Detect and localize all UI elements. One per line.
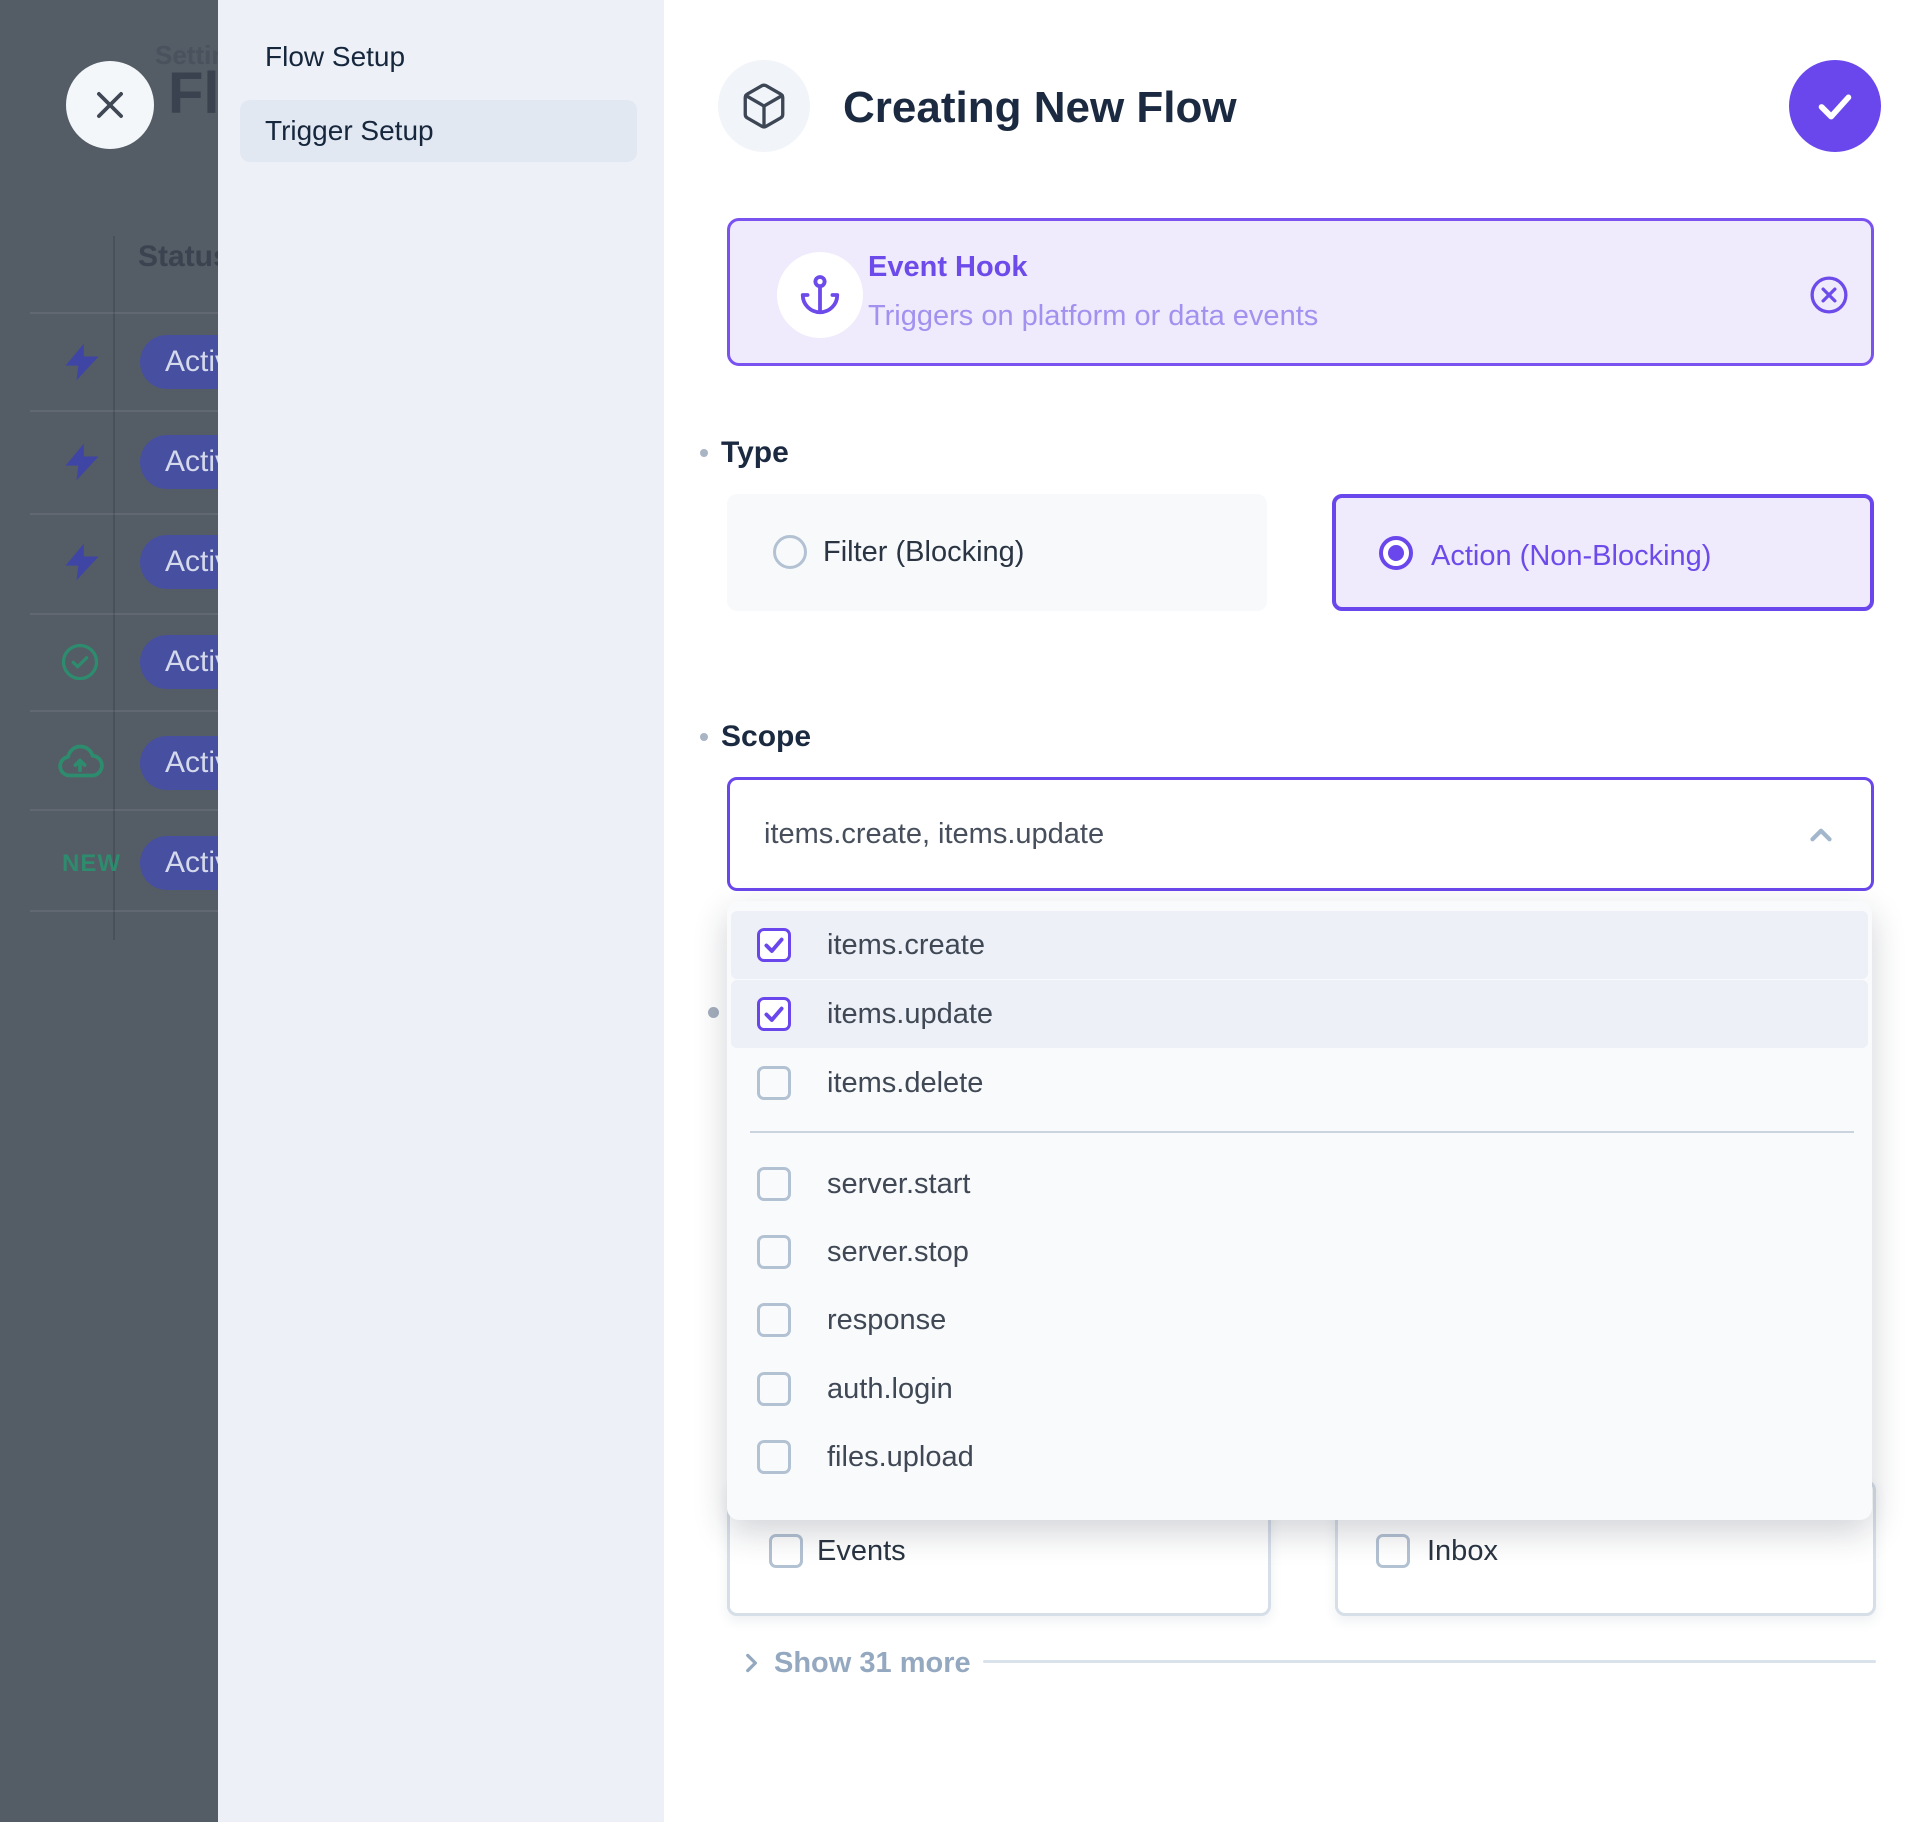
- x-circle-icon[interactable]: [1807, 273, 1851, 317]
- row-divider: [30, 710, 218, 712]
- close-drawer-button[interactable]: [66, 61, 154, 149]
- checkbox-icon[interactable]: [757, 997, 791, 1031]
- backdrop-overlay: Settings Flows Status Active Active Acti…: [0, 0, 218, 1822]
- row-divider: [30, 312, 218, 314]
- checkbox-icon[interactable]: [757, 928, 791, 962]
- type-option-filter[interactable]: Filter (Blocking): [727, 494, 1267, 611]
- radio-icon: [773, 535, 807, 569]
- row-divider: [30, 410, 218, 412]
- checkbox-icon[interactable]: [757, 1235, 791, 1269]
- dropdown-option-label: items.update: [827, 980, 993, 1048]
- dropdown-option-files-upload[interactable]: files.upload: [727, 1423, 1872, 1491]
- field-indicator-dot: [700, 733, 708, 741]
- status-badge: Active: [140, 535, 218, 589]
- type-option-label: Action (Non-Blocking): [1431, 498, 1711, 615]
- scope-field-label: Scope: [721, 720, 811, 754]
- checkbox-icon[interactable]: [769, 1534, 803, 1568]
- dropdown-option-items-update[interactable]: items.update: [727, 980, 1872, 1048]
- dropdown-option-label: auth.login: [827, 1355, 953, 1423]
- dropdown-divider: [750, 1131, 1854, 1133]
- anchor-icon-badge: [777, 252, 863, 338]
- anchor-icon: [797, 272, 843, 318]
- row-divider: [30, 613, 218, 615]
- type-option-action[interactable]: Action (Non-Blocking): [1332, 494, 1874, 611]
- confirm-button[interactable]: [1789, 60, 1881, 152]
- dropdown-option-server-stop[interactable]: server.stop: [727, 1218, 1872, 1286]
- dropdown-option-label: server.start: [827, 1150, 970, 1218]
- dropdown-option-label: response: [827, 1286, 946, 1354]
- dropdown-option-server-start[interactable]: server.start: [727, 1150, 1872, 1218]
- dropdown-option-label: items.create: [827, 911, 985, 979]
- type-option-label: Filter (Blocking): [823, 494, 1024, 611]
- dropdown-option-items-create[interactable]: items.create: [727, 911, 1872, 979]
- radio-selected-icon: [1379, 536, 1413, 570]
- status-badge: Active: [140, 836, 218, 890]
- show-more-divider: [983, 1660, 1876, 1663]
- drawer-content: Creating New Flow Event Hook Triggers on…: [664, 0, 1924, 1822]
- flow-avatar: [718, 60, 810, 152]
- drawer-side-nav: Flow Setup Trigger Setup: [218, 0, 664, 1822]
- trigger-card-subtitle: Triggers on platform or data events: [868, 300, 1318, 333]
- new-label: NEW: [62, 850, 121, 878]
- checkbox-icon[interactable]: [757, 1167, 791, 1201]
- nav-item-trigger-setup[interactable]: Trigger Setup: [240, 100, 637, 162]
- checkbox-icon[interactable]: [757, 1440, 791, 1474]
- table-column-divider: [113, 236, 115, 940]
- scope-dropdown-menu: items.create items.update items.delete s…: [727, 901, 1872, 1520]
- row-divider: [30, 809, 218, 811]
- status-badge: Active: [140, 435, 218, 489]
- dropdown-option-label: items.delete: [827, 1049, 983, 1117]
- drawer-title: Creating New Flow: [843, 83, 1237, 133]
- nav-item-flow-setup[interactable]: Flow Setup: [265, 30, 405, 84]
- status-badge: Active: [140, 335, 218, 389]
- show-more-label: Show 31 more: [774, 1647, 971, 1680]
- status-column-header: Status: [138, 240, 218, 274]
- dropdown-option-label: files.upload: [827, 1423, 974, 1491]
- show-more-link[interactable]: Show 31 more: [738, 1645, 971, 1681]
- status-badge: Active: [140, 635, 218, 689]
- chevron-right-icon: [738, 1650, 764, 1676]
- box-icon: [739, 81, 789, 131]
- scope-selected-values: items.create, items.update: [764, 780, 1104, 888]
- type-field-label: Type: [721, 436, 789, 470]
- field-indicator-dot: [708, 1007, 719, 1018]
- dropdown-option-items-delete[interactable]: items.delete: [727, 1049, 1872, 1117]
- bolt-icon: [60, 340, 104, 384]
- checkbox-icon[interactable]: [1376, 1534, 1410, 1568]
- check-circle-icon: [58, 640, 102, 684]
- dropdown-option-auth-login[interactable]: auth.login: [727, 1355, 1872, 1423]
- checkbox-icon[interactable]: [757, 1066, 791, 1100]
- scope-multiselect-input[interactable]: items.create, items.update: [727, 777, 1874, 891]
- nav-item-label: Trigger Setup: [265, 100, 434, 162]
- dropdown-option-response[interactable]: response: [727, 1286, 1872, 1354]
- row-divider: [30, 910, 218, 912]
- page-title: Flows: [168, 60, 218, 127]
- close-icon: [91, 86, 129, 124]
- trigger-type-card[interactable]: Event Hook Triggers on platform or data …: [727, 218, 1874, 366]
- trigger-card-title: Event Hook: [868, 251, 1028, 284]
- status-badge: Active: [140, 736, 218, 790]
- checkbox-icon[interactable]: [757, 1303, 791, 1337]
- dropdown-option-label: server.stop: [827, 1218, 969, 1286]
- check-icon: [1812, 83, 1858, 129]
- row-divider: [30, 513, 218, 515]
- chevron-up-icon: [1804, 818, 1838, 852]
- bolt-icon: [60, 440, 104, 484]
- field-indicator-dot: [700, 449, 708, 457]
- bolt-icon: [60, 540, 104, 584]
- cloud-upload-icon: [55, 738, 105, 788]
- checkbox-icon[interactable]: [757, 1372, 791, 1406]
